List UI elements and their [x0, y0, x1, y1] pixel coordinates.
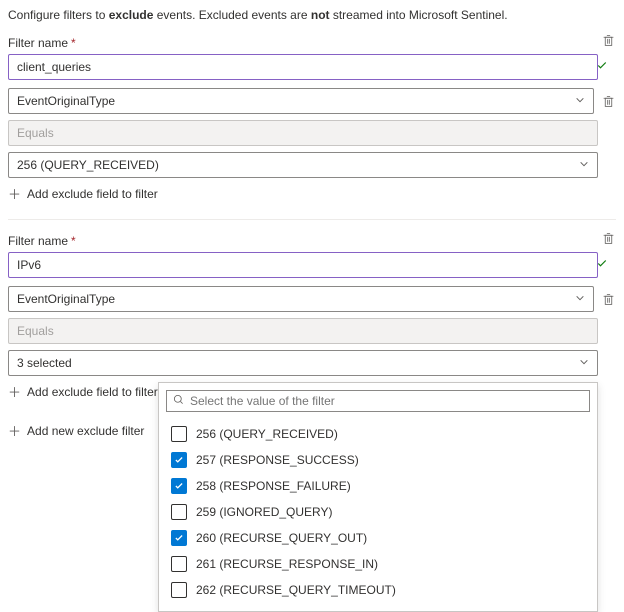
- plus-icon: ＋: [8, 382, 21, 401]
- operator-select: Equals: [8, 120, 598, 146]
- value-dropdown-panel: 256 (QUERY_RECEIVED) 257 (RESPONSE_SUCCES…: [158, 382, 598, 612]
- value-multiselect[interactable]: 3 selected: [8, 350, 598, 376]
- option-label: 256 (QUERY_RECEIVED): [196, 427, 338, 441]
- checkbox-icon: [171, 582, 187, 598]
- filter-name-input[interactable]: [8, 54, 598, 80]
- plus-icon: ＋: [8, 184, 21, 203]
- valid-check-icon: [596, 258, 608, 273]
- filter-name-label: Filter name*: [8, 36, 76, 50]
- option-label: 257 (RESPONSE_SUCCESS): [196, 453, 359, 467]
- dropdown-option[interactable]: 257 (RESPONSE_SUCCESS): [159, 447, 597, 473]
- dropdown-search-input[interactable]: [184, 394, 583, 408]
- chevron-down-icon: [579, 357, 589, 370]
- filter-block-1: Filter name* EventOriginalType Equals 2: [8, 36, 616, 203]
- option-label: 259 (IGNORED_QUERY): [196, 505, 332, 519]
- option-label: 261 (RECURSE_RESPONSE_IN): [196, 557, 378, 571]
- dropdown-option-list: 256 (QUERY_RECEIVED) 257 (RESPONSE_SUCCES…: [159, 419, 597, 611]
- checkbox-icon: [171, 504, 187, 520]
- filter-name-label: Filter name*: [8, 234, 76, 248]
- option-label: 260 (RECURSE_QUERY_OUT): [196, 531, 367, 545]
- checkbox-icon: [171, 426, 187, 442]
- checkbox-icon: [171, 556, 187, 572]
- divider: [8, 219, 616, 220]
- dropdown-option[interactable]: 256 (QUERY_RECEIVED): [159, 421, 597, 447]
- checkbox-icon: [171, 478, 187, 494]
- dropdown-option[interactable]: 262 (RECURSE_QUERY_TIMEOUT): [159, 577, 597, 603]
- plus-icon: ＋: [8, 421, 21, 440]
- dropdown-option[interactable]: 261 (RECURSE_RESPONSE_IN): [159, 551, 597, 577]
- value-select[interactable]: 256 (QUERY_RECEIVED): [8, 152, 598, 178]
- filter-block-2: Filter name* EventOriginalType Equals 3: [8, 234, 616, 440]
- field-select[interactable]: EventOriginalType: [8, 88, 594, 114]
- delete-filter-icon[interactable]: [600, 34, 616, 47]
- field-select[interactable]: EventOriginalType: [8, 286, 594, 312]
- delete-field-icon[interactable]: [600, 293, 616, 306]
- checkbox-icon: [171, 530, 187, 546]
- search-icon: [173, 394, 184, 408]
- description-text: Configure filters to exclude events. Exc…: [8, 8, 616, 22]
- option-label: 262 (RECURSE_QUERY_TIMEOUT): [196, 583, 396, 597]
- chevron-down-icon: [575, 293, 585, 306]
- delete-field-icon[interactable]: [600, 95, 616, 108]
- checkbox-icon: [171, 452, 187, 468]
- valid-check-icon: [596, 60, 608, 75]
- dropdown-option[interactable]: 260 (RECURSE_QUERY_OUT): [159, 525, 597, 551]
- option-label: 258 (RESPONSE_FAILURE): [196, 479, 351, 493]
- filter-name-input[interactable]: [8, 252, 598, 278]
- add-exclude-field-button[interactable]: ＋ Add exclude field to filter: [8, 184, 616, 203]
- chevron-down-icon: [575, 95, 585, 108]
- dropdown-search[interactable]: [166, 390, 590, 412]
- delete-filter-icon[interactable]: [600, 232, 616, 245]
- operator-select: Equals: [8, 318, 598, 344]
- dropdown-option[interactable]: 259 (IGNORED_QUERY): [159, 499, 597, 525]
- dropdown-option[interactable]: 258 (RESPONSE_FAILURE): [159, 473, 597, 499]
- chevron-down-icon: [579, 159, 589, 172]
